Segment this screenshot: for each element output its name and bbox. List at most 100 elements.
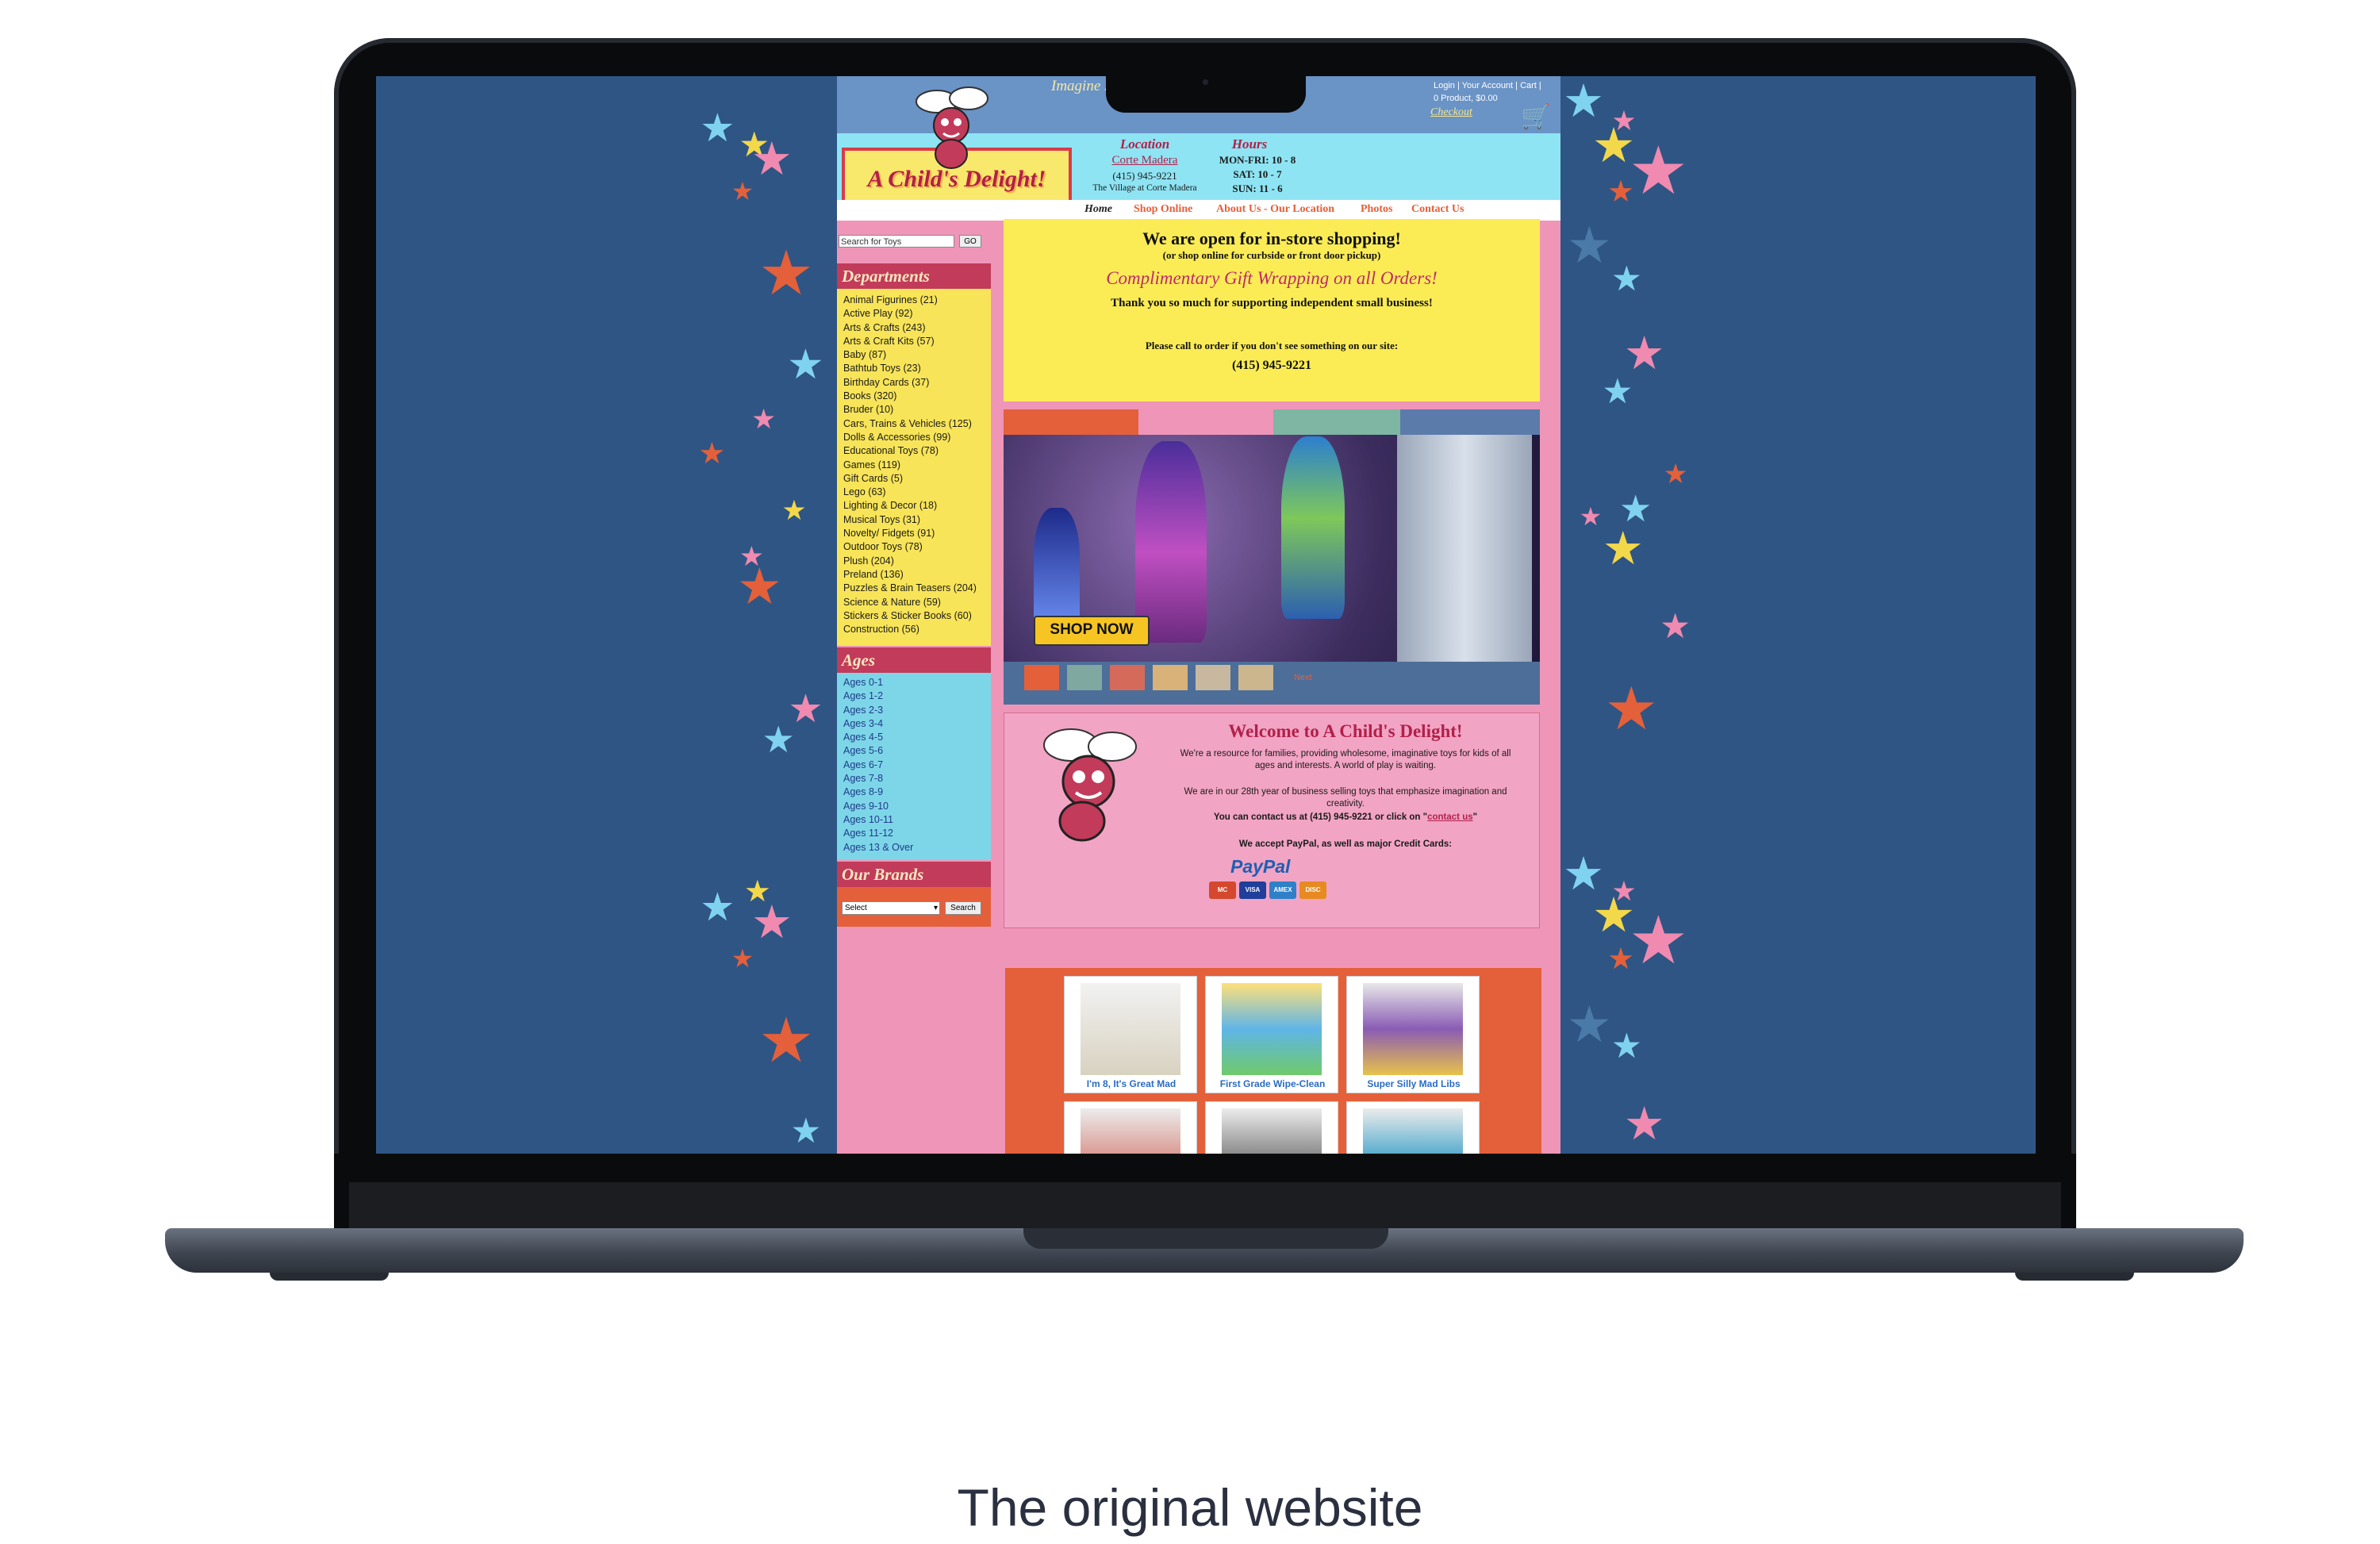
nav-contact-us[interactable]: Contact Us	[1411, 203, 1464, 216]
department-link[interactable]: Plush (204)	[843, 555, 977, 568]
hours-heading: Hours	[1231, 136, 1268, 152]
product-title[interactable]: First Grade Wipe-Clean	[1206, 1078, 1339, 1089]
star-icon: ★	[1623, 326, 1665, 381]
slide-thumbnail[interactable]	[1067, 665, 1102, 690]
star-icon: ★	[750, 131, 793, 186]
slide-thumbnail[interactable]	[1024, 665, 1059, 690]
mastercard-icon: MC	[1209, 881, 1236, 899]
slide-thumbnail[interactable]	[1196, 665, 1230, 690]
department-link[interactable]: Outdoor Toys (78)	[843, 540, 977, 554]
product-card[interactable]: Super Silly Mad Libs	[1346, 976, 1480, 1093]
department-link[interactable]: Science & Nature (59)	[843, 596, 977, 609]
caption: The original website	[957, 1478, 1423, 1537]
department-link[interactable]: Lighting & Decor (18)	[843, 499, 977, 513]
location-address: The Village at Corte Madera	[1092, 183, 1197, 193]
department-link[interactable]: Dolls & Accessories (99)	[843, 431, 977, 444]
search-go-button[interactable]: GO	[959, 235, 981, 248]
camera-notch	[1106, 76, 1306, 113]
age-link[interactable]: Ages 13 & Over	[843, 841, 913, 855]
shopping-cart-icon[interactable]: 🛒	[1521, 103, 1550, 131]
gift-wrap-notice: Complimentary Gift Wrapping on all Order…	[1106, 268, 1438, 288]
ages-heading: Ages	[837, 647, 991, 673]
star-icon: ★	[1607, 940, 1634, 976]
product-card[interactable]	[1346, 1101, 1480, 1154]
age-link[interactable]: Ages 8-9	[843, 785, 913, 799]
location-city-link[interactable]: Corte Madera	[1083, 154, 1207, 167]
star-icon: ★	[758, 237, 815, 310]
age-link[interactable]: Ages 1-2	[843, 689, 913, 703]
product-title[interactable]: Super Silly Mad Libs	[1347, 1078, 1480, 1089]
product-title[interactable]: I'm 8, It's Great Mad	[1065, 1078, 1198, 1089]
promo-slideshow[interactable]: SHOP NOW Next	[1004, 409, 1540, 705]
amex-icon: AMEX	[1269, 881, 1296, 899]
department-link[interactable]: Active Play (92)	[843, 307, 977, 321]
department-link[interactable]: Bruder (10)	[843, 403, 977, 417]
department-link[interactable]: Lego (63)	[843, 486, 977, 499]
star-icon: ★	[731, 943, 754, 974]
age-link[interactable]: Ages 9-10	[843, 800, 913, 813]
shop-now-button[interactable]: SHOP NOW	[1034, 616, 1150, 646]
checkout-link[interactable]: Checkout	[1430, 106, 1472, 119]
department-link[interactable]: Arts & Craft Kits (57)	[843, 335, 977, 348]
departments-list: Animal Figurines (21) Active Play (92) Art…	[843, 294, 977, 636]
camera-icon	[1203, 79, 1208, 85]
laptop-foot-right	[2015, 1273, 2134, 1281]
age-link[interactable]: Ages 5-6	[843, 744, 913, 758]
product-image	[1081, 983, 1180, 1075]
age-link[interactable]: Ages 2-3	[843, 704, 913, 717]
slide-thumbnail[interactable]	[1238, 665, 1273, 690]
toy-search-input[interactable]: Search for Toys	[839, 235, 954, 248]
brand-search-button[interactable]: Search	[945, 901, 981, 915]
department-link[interactable]: Preland (136)	[843, 568, 977, 582]
department-link[interactable]: Animal Figurines (21)	[843, 294, 977, 307]
slide-thumbnail[interactable]	[1110, 665, 1145, 690]
product-card[interactable]: I'm 8, It's Great Mad	[1064, 976, 1197, 1093]
slide-next-link[interactable]: Next	[1294, 673, 1312, 682]
department-link[interactable]: Construction (56)	[843, 623, 977, 636]
age-link[interactable]: Ages 11-12	[843, 827, 913, 840]
payment-text: We accept PayPal, as well as major Credi…	[1238, 839, 1453, 849]
nav-shop-online[interactable]: Shop Online	[1134, 203, 1192, 216]
bee-mascot-icon	[916, 86, 988, 169]
account-links[interactable]: Login | Your Account | Cart |	[1434, 81, 1541, 90]
department-link[interactable]: Novelty/ Fidgets (91)	[843, 527, 977, 540]
thanks-text: Thank you so much for supporting indepen…	[1111, 297, 1433, 309]
hours-row: SUN: 11 - 6	[1232, 182, 1283, 194]
star-icon: ★	[1602, 520, 1644, 575]
age-link[interactable]: Ages 0-1	[843, 676, 913, 689]
department-link[interactable]: Games (119)	[843, 459, 977, 472]
age-link[interactable]: Ages 10-11	[843, 813, 913, 827]
department-link[interactable]: Arts & Crafts (243)	[843, 321, 977, 335]
department-link[interactable]: Baby (87)	[843, 348, 977, 362]
star-icon: ★	[1610, 1026, 1642, 1066]
nav-home[interactable]: Home	[1084, 203, 1112, 216]
department-link[interactable]: Books (320)	[843, 390, 977, 403]
cart-summary: 0 Product, $0.00	[1434, 94, 1498, 103]
nav-about-us[interactable]: About Us - Our Location	[1216, 203, 1334, 216]
banner-stripe	[1138, 409, 1273, 435]
department-link[interactable]: Cars, Trains & Vehicles (125)	[843, 417, 977, 431]
department-link[interactable]: Educational Toys (78)	[843, 444, 977, 458]
product-card[interactable]	[1205, 1101, 1338, 1154]
department-link[interactable]: Puzzles & Brain Teasers (204)	[843, 582, 977, 595]
location-phone: (415) 945-9221	[1112, 170, 1177, 182]
jellyfish-tank-image	[1397, 435, 1532, 662]
age-link[interactable]: Ages 4-5	[843, 731, 913, 744]
nav-photos[interactable]: Photos	[1361, 203, 1392, 216]
department-link[interactable]: Stickers & Sticker Books (60)	[843, 609, 977, 623]
hours-row: SAT: 10 - 7	[1233, 168, 1282, 180]
brand-select[interactable]: Select ▾	[842, 901, 940, 915]
department-link[interactable]: Musical Toys (31)	[843, 513, 977, 527]
contact-us-link[interactable]: contact us	[1427, 812, 1473, 822]
department-link[interactable]: Birthday Cards (37)	[843, 376, 977, 390]
department-link[interactable]: Bathtub Toys (23)	[843, 362, 977, 375]
featured-products: I'm 8, It's Great Mad First Grade Wipe-C…	[1005, 968, 1541, 1154]
age-link[interactable]: Ages 6-7	[843, 759, 913, 772]
department-link[interactable]: Gift Cards (5)	[843, 472, 977, 486]
slide-thumbnail[interactable]	[1153, 665, 1188, 690]
star-icon: ★	[1623, 1096, 1665, 1150]
age-link[interactable]: Ages 3-4	[843, 717, 913, 731]
product-card[interactable]: First Grade Wipe-Clean	[1205, 976, 1338, 1093]
product-card[interactable]	[1064, 1101, 1197, 1154]
age-link[interactable]: Ages 7-8	[843, 772, 913, 785]
